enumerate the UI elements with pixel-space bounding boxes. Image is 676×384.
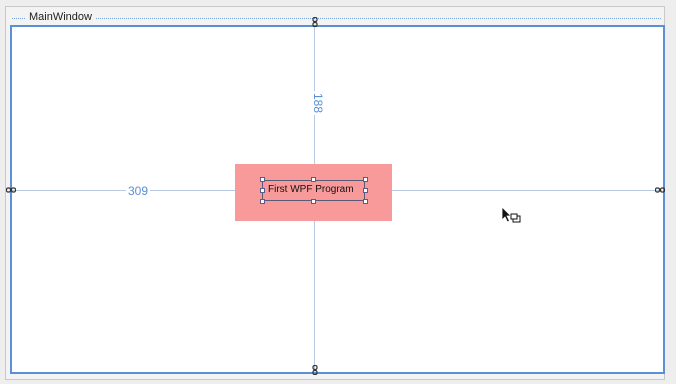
resize-handle-right[interactable]: [363, 188, 368, 193]
left-margin-dimension: 309: [126, 184, 151, 198]
window-title-divider: [12, 18, 661, 19]
resize-handle-top-right[interactable]: [363, 177, 368, 182]
window-title[interactable]: MainWindow: [26, 11, 95, 23]
resize-handle-left[interactable]: [260, 188, 265, 193]
left-anchor-icon[interactable]: [6, 185, 16, 195]
resize-handle-top-left[interactable]: [260, 177, 265, 182]
bottom-anchor-icon[interactable]: [310, 365, 320, 375]
resize-handle-top[interactable]: [311, 177, 316, 182]
designer-stage: MainWindow 309 188 First WPF Program: [0, 0, 676, 384]
resize-handle-bottom[interactable]: [311, 199, 316, 204]
right-anchor-icon[interactable]: [655, 185, 665, 195]
pointer-copy-cursor-icon: [501, 206, 521, 223]
resize-handle-bottom-right[interactable]: [363, 199, 368, 204]
resize-handle-bottom-left[interactable]: [260, 199, 265, 204]
top-anchor-icon[interactable]: [310, 17, 320, 27]
label-control-text: First WPF Program: [268, 184, 354, 195]
top-margin-dimension: 188: [311, 90, 326, 116]
